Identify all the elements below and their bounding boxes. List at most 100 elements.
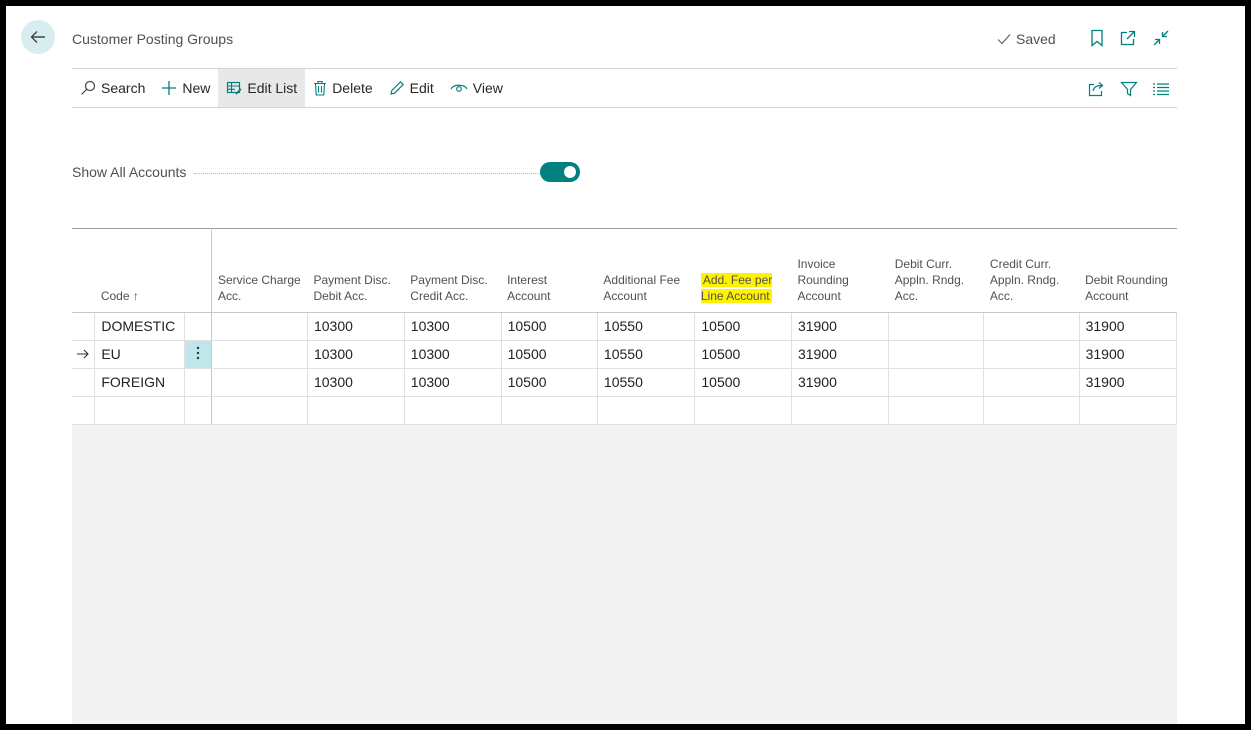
table-cell[interactable]	[983, 368, 1080, 397]
column-header-add-fee-per-line-account[interactable]: Add. Fee per Line Account	[694, 228, 792, 313]
page-frame: Customer Posting Groups Saved Search New…	[6, 6, 1245, 724]
code-cell[interactable]: FOREIGN	[94, 368, 185, 397]
search-button[interactable]: Search	[72, 69, 153, 107]
grid-empty-area	[72, 425, 1177, 724]
table-cell[interactable]	[211, 396, 308, 425]
open-new-window-icon[interactable]	[1118, 28, 1138, 48]
delete-button[interactable]: Delete	[305, 69, 380, 107]
row-actions-menu[interactable]	[184, 340, 213, 369]
table-cell[interactable]: 10500	[501, 340, 598, 369]
table-cell[interactable]: 10500	[694, 340, 792, 369]
column-header-debit-rounding-account[interactable]: Debit Rounding Account	[1079, 228, 1177, 313]
column-header-payment-disc-credit-acc[interactable]: Payment Disc. Credit Acc.	[404, 228, 502, 313]
show-all-accounts-label: Show All Accounts	[72, 164, 187, 180]
bookmark-icon[interactable]	[1087, 28, 1107, 48]
new-label: New	[182, 80, 211, 96]
arrow-right-icon	[77, 349, 89, 359]
table-cell[interactable]	[694, 396, 792, 425]
table-cell[interactable]	[501, 396, 598, 425]
column-header-credit-curr-appln-rndg-acc[interactable]: Credit Curr. Appln. Rndg. Acc.	[983, 228, 1080, 313]
column-header-service-charge-acc[interactable]: Service Charge Acc.	[211, 228, 308, 313]
table-cell[interactable]: 10500	[501, 312, 598, 341]
table-cell[interactable]	[983, 312, 1080, 341]
table-cell[interactable]: 10300	[404, 312, 502, 341]
collapse-icon[interactable]	[1151, 28, 1171, 48]
table-cell[interactable]: 10550	[597, 368, 696, 397]
row-actions-menu[interactable]	[184, 312, 213, 341]
row-selector[interactable]	[72, 312, 96, 341]
row-actions-menu[interactable]	[184, 396, 213, 425]
delete-label: Delete	[332, 80, 373, 96]
table-cell[interactable]	[404, 396, 502, 425]
table-cell[interactable]	[888, 340, 985, 369]
header-row: Code ↑ Service Charge Acc. Payment Disc.…	[72, 228, 1177, 313]
table-cell[interactable]: 31900	[1079, 368, 1177, 397]
table-cell[interactable]	[211, 368, 308, 397]
table-cell[interactable]	[307, 396, 405, 425]
code-cell[interactable]: EU	[94, 340, 185, 369]
new-button[interactable]: New	[153, 69, 218, 107]
table-row[interactable]: DOMESTIC 10300 10300 10500 10550 10500 31900 31…	[72, 312, 1177, 341]
page-title: Customer Posting Groups	[72, 31, 234, 47]
table-cell[interactable]: 10300	[307, 312, 405, 341]
filter-icon[interactable]	[1118, 79, 1140, 99]
view-label: View	[472, 80, 503, 96]
table-cell[interactable]: 31900	[1079, 312, 1177, 341]
table-cell[interactable]: 31900	[791, 368, 890, 397]
edit-list-icon	[227, 81, 242, 95]
row-selector[interactable]	[72, 340, 96, 369]
table-cell[interactable]: 31900	[791, 312, 890, 341]
view-button[interactable]: View	[442, 69, 511, 107]
code-cell[interactable]: DOMESTIC	[94, 312, 185, 341]
column-header-invoice-rounding-account[interactable]: Invoice Rounding Account	[791, 228, 889, 313]
back-button[interactable]	[21, 20, 55, 54]
checkmark-icon	[997, 34, 1011, 45]
table-cell[interactable]	[597, 396, 696, 425]
column-header-additional-fee-account[interactable]: Additional Fee Account	[597, 228, 695, 313]
table-cell[interactable]: 10500	[694, 368, 792, 397]
arrow-left-icon	[30, 31, 45, 43]
eye-icon	[450, 84, 468, 92]
table-cell[interactable]: 10550	[597, 340, 696, 369]
empty-new-row[interactable]	[72, 396, 1177, 425]
row-selector[interactable]	[72, 396, 96, 425]
list-view-icon[interactable]	[1150, 79, 1172, 99]
column-header-code[interactable]: Code ↑	[94, 228, 185, 313]
row-actions-menu[interactable]	[184, 368, 213, 397]
column-header-debit-curr-appln-rndg-acc[interactable]: Debit Curr. Appln. Rndg. Acc.	[888, 228, 984, 313]
table-cell[interactable]: 10300	[307, 340, 405, 369]
row-menu-header	[184, 228, 213, 313]
table-cell[interactable]: 10550	[597, 312, 696, 341]
code-cell[interactable]	[94, 396, 185, 425]
table-cell[interactable]	[211, 340, 308, 369]
show-all-accounts-toggle[interactable]	[540, 162, 580, 182]
table-cell[interactable]: 31900	[1079, 340, 1177, 369]
table-cell[interactable]: 10300	[404, 368, 502, 397]
table-cell[interactable]	[211, 312, 308, 341]
table-cell[interactable]	[983, 340, 1080, 369]
column-header-interest-account[interactable]: Interest Account	[501, 228, 598, 313]
table-body: DOMESTIC 10300 10300 10500 10550 10500 31900 31…	[72, 312, 1177, 425]
table-cell[interactable]: 10500	[694, 312, 792, 341]
edit-button[interactable]: Edit	[381, 69, 442, 107]
column-header-payment-disc-debit-acc[interactable]: Payment Disc. Debit Acc.	[307, 228, 405, 313]
row-selector[interactable]	[72, 368, 96, 397]
table-cell[interactable]	[791, 396, 890, 425]
table-row[interactable]: FOREIGN 10300 10300 10500 10550 10500 31900 319…	[72, 368, 1177, 397]
table-cell[interactable]: 10300	[307, 368, 405, 397]
table-cell[interactable]	[983, 396, 1080, 425]
table-cell[interactable]: 31900	[791, 340, 890, 369]
action-bar: Search New Edit List Delete Edit View	[72, 69, 511, 107]
table-cell[interactable]	[1079, 396, 1177, 425]
edit-list-button[interactable]: Edit List	[218, 69, 306, 107]
table-row[interactable]: EU 10300 10300 10500 10550 10500 31900 31900	[72, 340, 1177, 369]
table-cell[interactable]: 10500	[501, 368, 598, 397]
table-cell[interactable]	[888, 396, 985, 425]
table-cell[interactable]	[888, 312, 985, 341]
saved-status: Saved	[996, 31, 1056, 47]
show-all-accounts-row: Show All Accounts	[72, 162, 582, 182]
share-icon[interactable]	[1085, 79, 1107, 99]
table-cell[interactable]: 10300	[404, 340, 502, 369]
table-cell[interactable]	[888, 368, 985, 397]
trash-icon	[314, 80, 327, 96]
